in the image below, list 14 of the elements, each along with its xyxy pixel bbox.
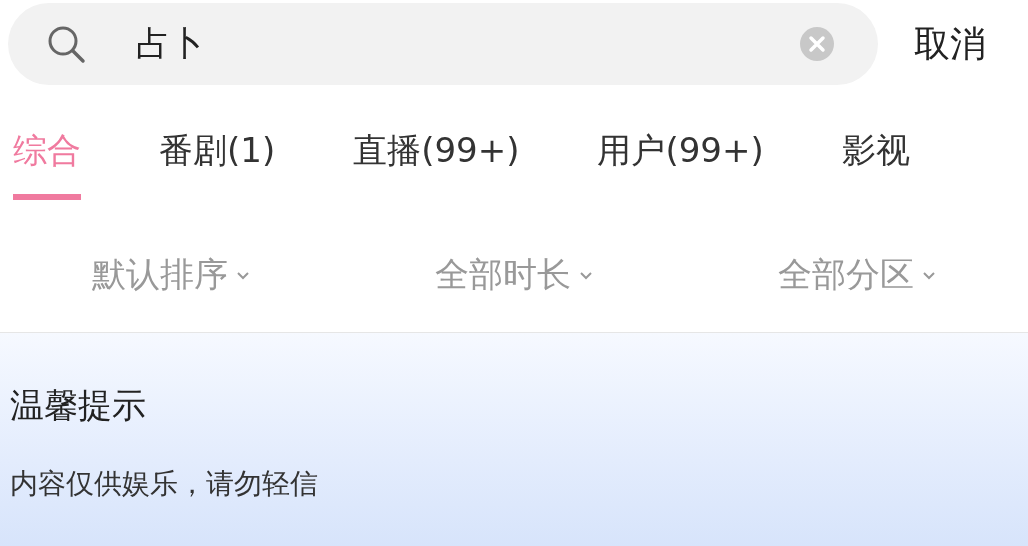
cancel-button[interactable]: 取消 xyxy=(914,19,986,69)
chevron-down-icon xyxy=(921,270,936,280)
notice-text: 内容仅供娱乐，请勿轻信 xyxy=(10,466,319,502)
search-field[interactable]: 占卜 xyxy=(8,3,878,85)
notice-title: 温馨提示 xyxy=(10,384,147,427)
tab[interactable]: 用户(99+) xyxy=(597,128,764,200)
chevron-down-icon xyxy=(579,270,593,280)
chevron-down-icon xyxy=(236,270,251,280)
search-icon xyxy=(46,24,86,64)
tab[interactable]: 影视 xyxy=(841,128,910,200)
search-input[interactable]: 占卜 xyxy=(134,23,800,65)
tab[interactable]: 直播(99+) xyxy=(353,128,520,200)
clear-icon[interactable] xyxy=(800,27,834,61)
tab[interactable]: 番剧(1) xyxy=(159,128,276,200)
